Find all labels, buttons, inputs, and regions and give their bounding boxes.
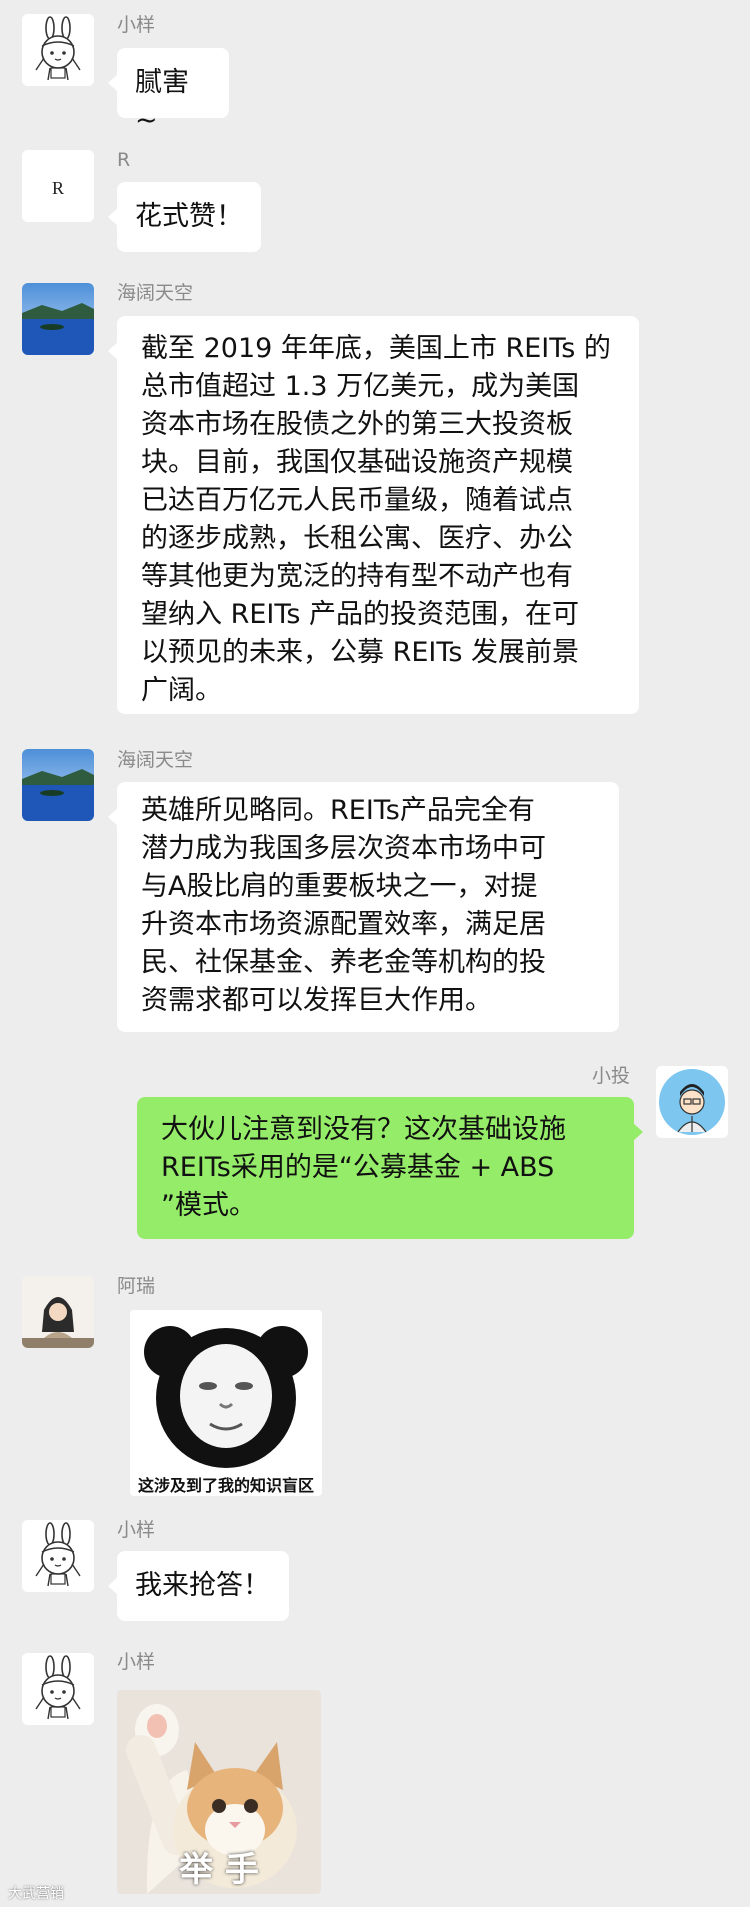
message-bubble[interactable]: 截至 2019 年年底，美国上市 REITs 的 总市值超过 1.3 万亿美元，… <box>108 316 639 714</box>
panda-meme-icon <box>130 1310 322 1470</box>
bunny-avatar-icon[interactable] <box>22 14 94 86</box>
cat-sticker[interactable]: 举 手 <box>117 1690 321 1894</box>
sender-name: 海阔天空 <box>117 282 194 304</box>
watermark: 大武营销 <box>8 1886 64 1902</box>
cartoon-boy-avatar-icon[interactable] <box>656 1066 728 1138</box>
svg-text:R: R <box>52 178 64 198</box>
girl-avatar-icon[interactable] <box>22 1276 94 1348</box>
sender-name: 海阔天空 <box>117 749 194 771</box>
message-text: 大伙儿注意到没有？这次基础设施 REITs采用的是“公募基金 + ABS ”模式… <box>161 1114 566 1221</box>
lake-avatar-icon[interactable] <box>22 283 94 355</box>
message-text: 我来抢答！ <box>135 1570 270 1601</box>
bunny-avatar-icon[interactable] <box>22 1653 94 1725</box>
message-bubble[interactable]: 大伙儿注意到没有？这次基础设施 REITs采用的是“公募基金 + ABS ”模式… <box>137 1097 643 1239</box>
sender-name: 小样 <box>117 1651 156 1673</box>
sender-name: 小样 <box>117 1519 156 1541</box>
r-avatar-icon[interactable]: R <box>22 150 94 222</box>
sticker-caption: 这涉及到了我的知识盲区 <box>137 1476 314 1495</box>
sender-name: 小投 <box>592 1065 631 1087</box>
message-text: 花式赞！ <box>135 201 243 232</box>
message-bubble[interactable]: 我来抢答！ <box>108 1551 289 1621</box>
sender-name: 小样 <box>117 14 156 36</box>
message-bubble[interactable]: 英雄所见略同。REITs产品完全有 潜力成为我国多层次资本市场中可 与A股比肩的… <box>108 782 619 1032</box>
bunny-avatar-icon[interactable] <box>22 1520 94 1592</box>
panda-sticker[interactable]: 这涉及到了我的知识盲区 <box>130 1310 322 1496</box>
lake-avatar-icon[interactable] <box>22 749 94 821</box>
message-text: 腻害~ <box>135 67 189 136</box>
sender-name: 阿瑞 <box>117 1275 156 1297</box>
sticker-caption: 举 手 <box>179 1850 259 1890</box>
message-text: 英雄所见略同。REITs产品完全有 潜力成为我国多层次资本市场中可 与A股比肩的… <box>141 795 546 1016</box>
message-text: 截至 2019 年年底，美国上市 REITs 的 总市值超过 1.3 万亿美元，… <box>141 333 611 706</box>
message-bubble[interactable]: 花式赞！ <box>108 182 261 252</box>
sender-name: R <box>117 149 131 171</box>
message-bubble[interactable]: 腻害~ <box>108 48 229 136</box>
